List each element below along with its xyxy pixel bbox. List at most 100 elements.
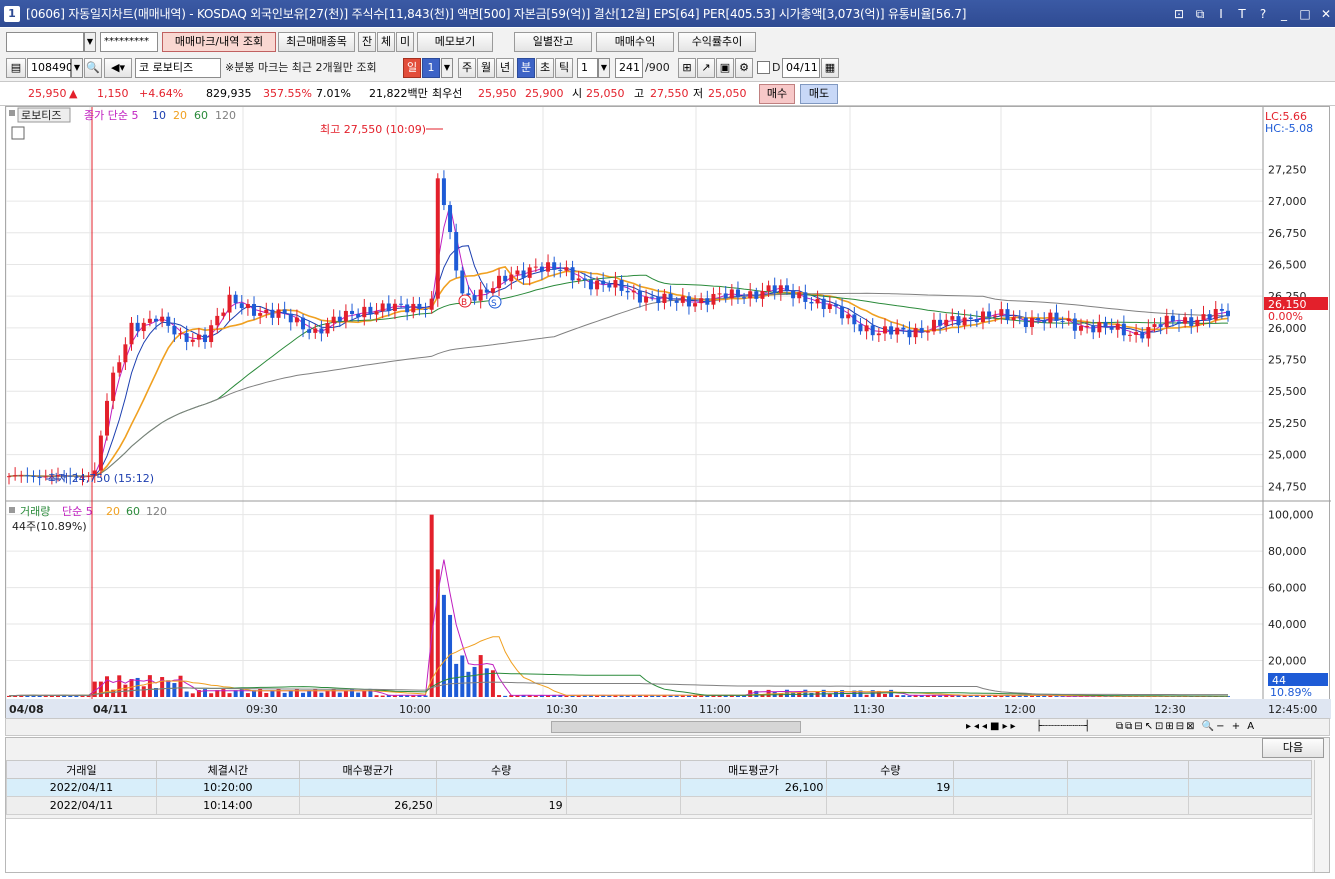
candle-body bbox=[778, 285, 783, 294]
candle-body bbox=[484, 289, 489, 293]
font-size-icon[interactable]: T bbox=[1233, 5, 1251, 23]
playback-controls[interactable]: ▸◂◂■▸▸ bbox=[966, 719, 1019, 735]
sell-button[interactable]: 매도 bbox=[800, 84, 838, 104]
max-price-annotation: 최고 27,550 (10:09) bbox=[320, 123, 426, 136]
window-title: [0606] 자동일지차트(매매내역) - KOSDAQ 외국인보유[27(천)… bbox=[26, 7, 967, 21]
period-tick-button[interactable]: 틱 bbox=[555, 58, 573, 78]
candle-body bbox=[417, 303, 422, 309]
period-week-button[interactable]: 주 bbox=[458, 58, 476, 78]
period-day-button[interactable]: 일 bbox=[403, 58, 421, 78]
table-row[interactable]: 2022/04/11 10:20:00 26,100 19 bbox=[6, 778, 1312, 797]
candle-body bbox=[821, 298, 826, 310]
settings-gear-icon[interactable]: ⚙ bbox=[735, 58, 753, 78]
candle-body bbox=[1072, 318, 1077, 331]
date-checkbox[interactable] bbox=[757, 61, 770, 74]
table-vertical-scrollbar[interactable] bbox=[1314, 760, 1329, 872]
period-dropdown-icon[interactable]: ▼ bbox=[441, 58, 453, 78]
candle-body bbox=[105, 400, 110, 436]
account-dropdown-icon[interactable]: ▼ bbox=[84, 32, 96, 52]
price-tick-label: 25,000 bbox=[1268, 449, 1307, 462]
period-minute-button[interactable]: 분 bbox=[517, 58, 535, 78]
duplicate-window-icon[interactable]: ⧉ bbox=[1191, 5, 1209, 23]
candle-body bbox=[1005, 309, 1010, 321]
password-field[interactable]: ********* bbox=[100, 32, 158, 52]
candle-body bbox=[472, 295, 477, 301]
candle-body bbox=[956, 316, 961, 326]
candle-body bbox=[405, 304, 410, 313]
speaker-icon[interactable]: ◀▾ bbox=[104, 58, 132, 78]
minimize-button[interactable]: _ bbox=[1275, 5, 1293, 23]
chart-frame[interactable]: 27,250 27,000 26,750 26,500 26,250 26,000 25,7… bbox=[5, 106, 1331, 719]
candle-body bbox=[674, 300, 679, 303]
candle-body bbox=[350, 310, 355, 314]
trade-profit-button[interactable]: 매매수익 bbox=[596, 32, 674, 52]
interval-input[interactable]: 1 bbox=[577, 58, 598, 78]
chart-tool-icons[interactable]: ⧉⧉⊟↖⊡⊞⊟⊠ 🔍− + A bbox=[1116, 719, 1256, 735]
interval-dropdown-icon[interactable]: ▼ bbox=[598, 58, 610, 78]
candle-body bbox=[742, 297, 747, 299]
search-icon[interactable]: 🔍 bbox=[84, 58, 102, 78]
candle-body bbox=[343, 310, 348, 322]
chart-scrollbar[interactable]: ▸◂◂■▸▸ ├┄┄┄┄┄┄┄┤ ⧉⧉⊟↖⊡⊞⊟⊠ 🔍− + A bbox=[5, 718, 1330, 736]
volume-legend-series: 120 bbox=[146, 505, 167, 518]
code-dropdown-icon[interactable]: ▼ bbox=[71, 58, 83, 78]
candle-body bbox=[846, 314, 851, 319]
trade-mark-query-button[interactable]: 매매마크/내역 조회 bbox=[162, 32, 276, 52]
period-second-button[interactable]: 초 bbox=[536, 58, 554, 78]
recent-stocks-button[interactable]: 최근매매종목 bbox=[278, 32, 355, 52]
cell-blank bbox=[953, 778, 1069, 797]
buy-button[interactable]: 매수 bbox=[759, 84, 795, 104]
candle-body bbox=[111, 372, 116, 401]
draw-tool-icon[interactable]: ↗ bbox=[697, 58, 715, 78]
volume-bar bbox=[674, 695, 679, 697]
stock-code-input[interactable]: 108490 bbox=[27, 58, 73, 78]
date-input[interactable]: 04/11 bbox=[782, 58, 820, 78]
cell-buy-avg: 26,250 bbox=[298, 796, 437, 815]
price-legend-series: 120 bbox=[215, 109, 236, 122]
candle-body bbox=[301, 317, 306, 330]
volume-bar bbox=[203, 689, 208, 697]
save-icon[interactable]: ▣ bbox=[716, 58, 734, 78]
period-month-button[interactable]: 월 bbox=[477, 58, 495, 78]
memo-view-button[interactable]: 메모보기 bbox=[417, 32, 493, 52]
unexecuted-button[interactable]: 미 bbox=[396, 32, 414, 52]
candle-body bbox=[889, 326, 894, 335]
period-year-button[interactable]: 년 bbox=[496, 58, 514, 78]
volume-bar bbox=[595, 695, 600, 697]
candle-body bbox=[288, 313, 293, 323]
volume-bar bbox=[282, 692, 287, 697]
info-icon[interactable]: I bbox=[1212, 5, 1230, 23]
close-button[interactable]: ✕ bbox=[1317, 5, 1335, 23]
period-day-count[interactable]: 1 bbox=[422, 58, 440, 78]
candle-body bbox=[717, 293, 722, 295]
return-trend-button[interactable]: 수익률추이 bbox=[678, 32, 756, 52]
balance-button[interactable]: 잔 bbox=[358, 32, 376, 52]
stock-list-icon[interactable]: ▤ bbox=[6, 58, 26, 78]
maximize-button[interactable]: □ bbox=[1296, 5, 1314, 23]
chart-scroll-thumb[interactable] bbox=[551, 721, 801, 733]
candle-body bbox=[25, 475, 30, 477]
daily-balance-button[interactable]: 일별잔고 bbox=[514, 32, 592, 52]
stock-name-field[interactable]: 코 로보티즈 bbox=[135, 58, 221, 78]
table-row[interactable]: 2022/04/11 10:14:00 26,250 19 bbox=[6, 796, 1312, 815]
executed-button[interactable]: 체 bbox=[377, 32, 395, 52]
volume-bar bbox=[239, 689, 244, 697]
volume-bar bbox=[368, 688, 373, 697]
next-button[interactable]: 다음 bbox=[1262, 738, 1324, 758]
tile-icon[interactable]: ⊡ bbox=[1170, 5, 1188, 23]
candle-body bbox=[644, 296, 649, 303]
chart-type-icon[interactable]: ⊞ bbox=[678, 58, 696, 78]
candle-body bbox=[227, 294, 232, 313]
count-input[interactable]: 241 bbox=[615, 58, 643, 78]
account-input[interactable] bbox=[6, 32, 84, 52]
price-volume-chart[interactable]: 27,25027,00026,75026,50026,25026,00025,7… bbox=[6, 107, 1331, 719]
candle-body bbox=[1219, 308, 1224, 311]
candle-body bbox=[399, 303, 404, 305]
candle-body bbox=[154, 318, 159, 322]
date-checkbox-label: D bbox=[772, 61, 781, 74]
volume-bar bbox=[907, 695, 912, 697]
zoom-slider[interactable]: ├┄┄┄┄┄┄┄┤ bbox=[1036, 719, 1090, 735]
calendar-icon[interactable]: ▦ bbox=[821, 58, 839, 78]
candle-body bbox=[527, 267, 532, 278]
help-icon[interactable]: ? bbox=[1254, 5, 1272, 23]
